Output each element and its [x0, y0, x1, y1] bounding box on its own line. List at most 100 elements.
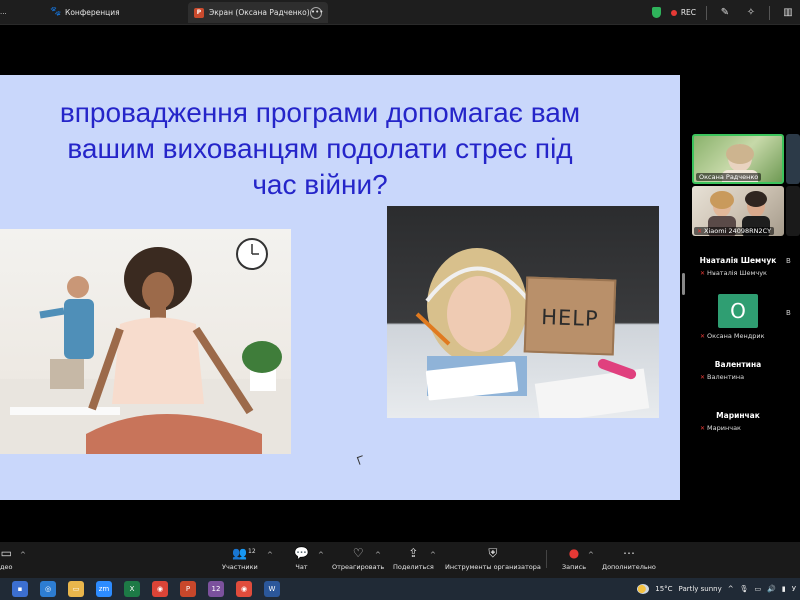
word-icon[interactable]: W [264, 581, 280, 597]
tab-screen-share[interactable]: P Экран (Оксана Радченко) ••• [188, 2, 328, 23]
video-tile-host[interactable]: Оксана Радченко [692, 134, 784, 184]
participant-label-text: Нᴚаталія Шемчук [707, 269, 767, 277]
browser-icon[interactable]: ◎ [40, 581, 56, 597]
system-tray: 15°C Partly sunny ^ 🎙 ▭ 🔊 ▮ У [637, 578, 800, 600]
chat-label: Чат [295, 563, 308, 571]
more-icon: ⋯ [622, 546, 635, 560]
zoom-window: ... 🐾 Конференция P Экран (Оксана Радчен… [0, 0, 800, 600]
participant-name: Валентина [714, 360, 762, 369]
tab-conference[interactable]: 🐾 Конференция [44, 0, 184, 25]
participant-natalia[interactable]: Нᴚаталія Шемчук ✕ Нᴚаталія Шемчук [692, 256, 784, 277]
top-tab-bar: ... 🐾 Конференция P Экран (Оксана Радчен… [0, 0, 800, 25]
more-label: Дополнительно [602, 563, 656, 571]
rec-label: REC [680, 8, 696, 17]
participants-label: Участники [222, 563, 258, 571]
pen-icon[interactable]: ✎ [717, 5, 733, 21]
participant-label-text: Валентина [707, 373, 745, 381]
powerpoint-icon: P [194, 7, 204, 18]
help-girl-photo: HELP [387, 206, 659, 418]
tab-conference-label: Конференция [65, 7, 120, 17]
divider [706, 5, 707, 20]
excel-icon[interactable]: X [124, 581, 140, 597]
participant-label: ✕ Нᴚаталія Шемчук [692, 269, 784, 277]
participant-marynchak[interactable]: Маринчак ✕ Маринчак [692, 411, 784, 432]
shield-icon[interactable] [651, 7, 661, 18]
share-screen-icon: ⇪ [408, 546, 419, 560]
record-button[interactable]: ● Запись [562, 546, 586, 571]
chevron-up-icon[interactable]: ^ [588, 551, 594, 559]
participant-oksana-m[interactable]: O ✕ Оксана Мендрик [692, 294, 784, 340]
participants-panel: Оксана Радченко ✕ Xiaomi 24098RN2CY Нᴚата… [688, 130, 800, 440]
volume-icon[interactable]: 🔊 [767, 585, 776, 593]
shield-icon: ⛨ [488, 546, 498, 560]
video-tile-edge[interactable] [786, 134, 800, 184]
chevron-up-icon[interactable]: ^ [20, 551, 26, 559]
language-indicator[interactable]: У [792, 585, 796, 593]
panel-scrollbar[interactable] [682, 273, 685, 295]
edge-participant-letter: В [786, 309, 791, 317]
host-tools-button[interactable]: ⛨ Инструменты организатора [445, 546, 541, 571]
mic-muted-icon: ✕ [700, 425, 706, 432]
share-button[interactable]: ⇪ Поделиться [393, 546, 434, 571]
chevron-up-icon[interactable]: ^ [375, 551, 381, 559]
tile-name-host: Оксана Радченко [696, 173, 762, 181]
help-sign: HELP [523, 276, 617, 356]
chevron-up-icon[interactable]: ^ [267, 551, 273, 559]
more-icon[interactable]: ••• [310, 6, 323, 19]
divider [769, 5, 770, 20]
chrome-icon[interactable]: ◉ [152, 581, 168, 597]
chevron-up-icon[interactable]: ^ [430, 551, 436, 559]
tile-name-xiaomi: ✕ Xiaomi 24098RN2CY [694, 227, 775, 235]
toolbar-divider [546, 550, 547, 568]
participants-button[interactable]: 👥 Участники 12 [222, 546, 258, 571]
viber-badge: 12 [211, 585, 221, 593]
record-dot-icon [670, 9, 677, 16]
tile-name-xiaomi-label: Xiaomi 24098RN2CY [704, 227, 772, 235]
record-label: Запись [562, 563, 587, 571]
save-icon[interactable]: ▪ [12, 581, 28, 597]
paw-icon: 🐾 [50, 7, 62, 17]
mouse-cursor-icon [356, 455, 366, 465]
shared-slide: впровадження програми допомагає вам ваши… [0, 75, 680, 500]
chevron-up-icon[interactable]: ^ [728, 585, 734, 593]
folder-icon[interactable]: ▭ [68, 581, 84, 597]
layout-icon[interactable]: ▥ [780, 5, 796, 21]
battery-icon[interactable]: ▮ [782, 585, 786, 593]
weather-desc[interactable]: Partly sunny [679, 585, 722, 593]
top-right-controls: REC ✎ ✧ ▥ [651, 0, 800, 25]
video-tile-xiaomi[interactable]: ✕ Xiaomi 24098RN2CY [692, 186, 784, 236]
microphone-icon[interactable]: 🎙 [740, 585, 749, 593]
video-camera-icon: ▭ [0, 546, 12, 560]
chrome-profile-icon[interactable]: ◉ [236, 581, 252, 597]
meditation-photo [0, 229, 291, 454]
slide-title-line-3: час війни? [252, 169, 388, 200]
participant-label-text: Маринчак [707, 424, 741, 432]
participant-label: ✕ Маринчак [692, 424, 784, 432]
more-button[interactable]: ⋯ Дополнительно [602, 546, 656, 571]
viber-icon[interactable]: 12 [208, 581, 224, 597]
zoom-icon[interactable]: zm [96, 581, 112, 597]
powerpoint-icon[interactable]: P [180, 581, 196, 597]
mic-muted-icon: ✕ [700, 333, 706, 340]
avatar: O [718, 294, 758, 328]
chat-icon: 💬 [294, 546, 309, 560]
video-button[interactable]: ▭ део [0, 546, 12, 571]
tab-screen-label: Экран (Оксана Радченко) [209, 8, 310, 17]
network-icon[interactable]: ▭ [755, 585, 762, 593]
partly-sunny-icon [637, 584, 650, 594]
host-tools-label: Инструменты организатора [445, 563, 541, 571]
video-tile-edge[interactable] [786, 186, 800, 236]
mic-muted-icon: ✕ [700, 270, 706, 277]
chat-button[interactable]: 💬 Чат [294, 546, 309, 571]
share-label: Поделиться [393, 563, 434, 571]
participant-name: Нᴚаталія Шемчук [699, 256, 777, 265]
tab-hidden-left[interactable]: ... [0, 0, 44, 25]
meditation-illustration [0, 238, 291, 454]
chevron-up-icon[interactable]: ^ [318, 551, 324, 559]
weather-temp[interactable]: 15°C [655, 585, 672, 593]
slide-title-line-1: впровадження програми допомагає вам [59, 97, 581, 128]
participant-valentina[interactable]: Валентина ✕ Валентина [692, 360, 784, 381]
magic-icon[interactable]: ✧ [743, 5, 759, 21]
rec-indicator[interactable]: REC [670, 8, 696, 17]
video-label: део [0, 563, 13, 571]
